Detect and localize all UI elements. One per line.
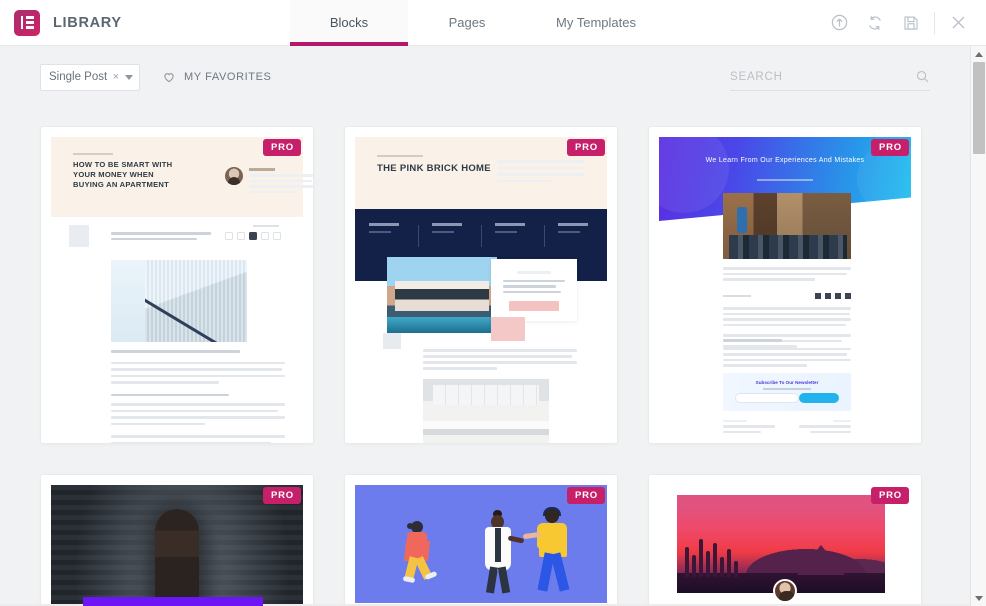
newsletter-email-field: [735, 393, 799, 403]
filter-bar: Single Post × MY FAVORITES: [0, 46, 970, 108]
elementor-logo-icon: [14, 9, 40, 36]
template-title: HOW TO BE SMART WITH YOUR MONEY WHEN BUY…: [73, 160, 173, 189]
cactus-silhouettes: [685, 539, 738, 577]
thumb-intro-lines: [497, 160, 585, 182]
thumb-stats: [355, 223, 607, 253]
thumb-newsletter-block: Subscribe To Our Newsletter: [723, 373, 851, 411]
thumb-image-kitchen: [423, 379, 549, 443]
search-box[interactable]: [730, 63, 930, 91]
scroll-down-arrow-icon[interactable]: [971, 590, 986, 606]
my-favorites-label: MY FAVORITES: [184, 71, 272, 83]
template-thumbnail: HOW TO BE SMART WITH YOUR MONEY WHEN BUY…: [41, 127, 313, 443]
decorative-block: [491, 317, 525, 341]
template-card-desert-sunset[interactable]: PRO: [648, 474, 922, 606]
thumb-post-nav: [723, 419, 851, 433]
tab-pages-label: Pages: [448, 15, 486, 30]
template-thumbnail: THE PINK BRICK HOME: [345, 127, 617, 443]
tab-pages[interactable]: Pages: [408, 0, 526, 45]
header-actions: [821, 0, 986, 45]
thumb-kicker: [377, 155, 423, 157]
my-favorites-button[interactable]: MY FAVORITES: [162, 70, 271, 84]
author-name-placeholder: [249, 168, 275, 171]
thumb-paragraphs: [423, 349, 577, 370]
scroll-up-arrow-icon[interactable]: [971, 46, 986, 62]
templates-scroll-area[interactable]: HOW TO BE SMART WITH YOUR MONEY WHEN BUY…: [0, 108, 970, 606]
brand: LIBRARY: [0, 0, 290, 45]
pro-badge: PRO: [263, 487, 301, 504]
newsletter-heading: Subscribe To Our Newsletter: [755, 380, 819, 385]
thumb-image-house: [387, 257, 497, 333]
thumb-image-building: [111, 260, 247, 342]
search-input[interactable]: [730, 70, 915, 83]
share-row: [723, 293, 851, 299]
thumb-image-workshop: [723, 193, 851, 259]
tab-blocks[interactable]: Blocks: [290, 0, 408, 46]
search-icon[interactable]: [915, 69, 930, 84]
thumb-paragraphs: [111, 350, 285, 443]
thumb-title-box: Women Can Do It Too: Extreme Bodybuildin…: [83, 597, 263, 606]
illustration-figure-1: [399, 521, 441, 587]
author-bio-lines: [249, 174, 313, 193]
sync-library-icon[interactable]: [857, 0, 893, 46]
template-card-we-learn-from-experiences[interactable]: We Learn From Our Experiences And Mistak…: [648, 126, 922, 444]
thumb-kicker: [73, 153, 113, 155]
pro-badge: PRO: [871, 139, 909, 156]
tab-blocks-label: Blocks: [329, 15, 369, 30]
share-icons: [225, 232, 281, 240]
library-modal-header: LIBRARY Blocks Pages My Templates: [0, 0, 986, 46]
thumb-paragraph-3: [723, 339, 851, 367]
library-tabs: Blocks Pages My Templates: [290, 0, 666, 46]
template-card-women-bodybuilding[interactable]: Women Can Do It Too: Extreme Bodybuildin…: [40, 474, 314, 606]
header-divider: [934, 11, 935, 34]
category-select-value: Single Post: [49, 71, 108, 83]
avatar: [773, 579, 797, 603]
illustration-figure-2: [475, 510, 525, 597]
thumb-paragraph-1: [723, 267, 851, 281]
save-template-icon[interactable]: [893, 0, 929, 46]
pro-badge: PRO: [567, 487, 605, 504]
illustration-figure-3: [522, 507, 583, 599]
pro-badge: PRO: [871, 487, 909, 504]
template-title: We Learn From Our Experiences And Mistak…: [705, 157, 865, 164]
tab-my-templates-label: My Templates: [556, 15, 636, 30]
template-thumbnail: We Learn From Our Experiences And Mistak…: [649, 127, 921, 443]
import-template-icon[interactable]: [821, 0, 857, 46]
thumb-contact-card: [491, 259, 577, 321]
chevron-down-icon[interactable]: [125, 74, 133, 80]
template-card-types-illustration[interactable]: Types. PRO: [344, 474, 618, 606]
tab-my-templates[interactable]: My Templates: [526, 0, 666, 45]
pro-badge: PRO: [567, 139, 605, 156]
scrollbar-thumb[interactable]: [973, 62, 985, 154]
decorative-block: [69, 225, 89, 247]
templates-grid: HOW TO BE SMART WITH YOUR MONEY WHEN BUY…: [0, 108, 970, 606]
decorative-block-2: [383, 333, 401, 349]
mountain-silhouette: [797, 545, 845, 575]
template-card-pink-brick-home[interactable]: THE PINK BRICK HOME PRO: [344, 126, 618, 444]
category-select[interactable]: Single Post ×: [40, 63, 140, 91]
page-title: LIBRARY: [53, 14, 122, 31]
vertical-scrollbar[interactable]: [970, 46, 986, 606]
category-clear-icon[interactable]: ×: [109, 71, 123, 83]
close-modal-icon[interactable]: [940, 0, 976, 46]
avatar: [225, 167, 243, 185]
newsletter-submit-button: [799, 393, 839, 403]
template-title: THE PINK BRICK HOME: [377, 163, 491, 174]
thumb-image-sunset: [677, 495, 885, 593]
pro-badge: PRO: [263, 139, 301, 156]
thumb-subtitle-line: [757, 179, 813, 181]
thumb-body: [111, 225, 285, 240]
heart-icon: [164, 73, 174, 83]
template-card-apartment-article[interactable]: HOW TO BE SMART WITH YOUR MONEY WHEN BUY…: [40, 126, 314, 444]
